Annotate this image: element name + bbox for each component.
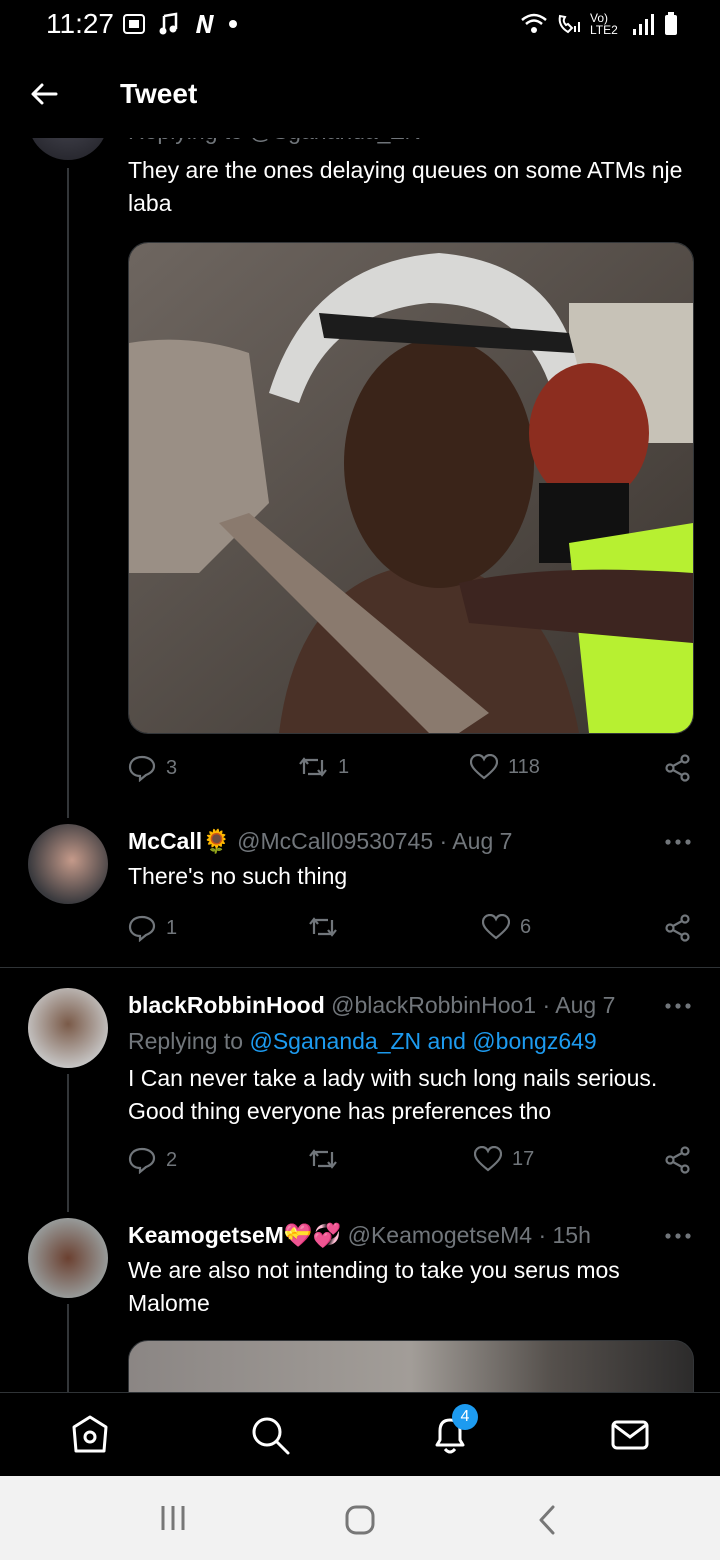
reply-button[interactable]: 2 — [128, 1146, 177, 1174]
thread-line — [67, 1074, 69, 1212]
reply-actions: 2 17 — [128, 1146, 694, 1180]
home-button-icon[interactable] — [344, 1504, 376, 1536]
reply-header: KeamogetseM💝💞 @KeamogetseM4 · 15h — [128, 1222, 591, 1249]
status-time: 11:27 — [46, 8, 114, 39]
reply-avatar[interactable] — [28, 824, 108, 904]
reply-text: There's no such thing — [128, 863, 348, 889]
reply-icon — [128, 915, 156, 942]
tweet-photo — [129, 243, 693, 733]
divider — [0, 967, 720, 968]
top-app-bar: Tweet — [0, 52, 720, 138]
reply-header: McCall🌻 @McCall09530745 · Aug 7 — [128, 828, 512, 855]
thread-line — [67, 1304, 69, 1392]
reply-image[interactable] — [128, 1340, 694, 1392]
main-tweet-actions: 3 1 118 — [128, 754, 694, 788]
more-options-icon[interactable] — [664, 838, 692, 846]
more-options-icon[interactable] — [664, 1232, 692, 1240]
like-button[interactable]: 118 — [470, 754, 540, 780]
reply-avatar[interactable] — [28, 988, 108, 1068]
system-navigation-bar — [0, 1476, 720, 1560]
reply-text: We are also not intending to take you se… — [128, 1257, 620, 1316]
timestamp: · Aug 7 — [542, 992, 616, 1018]
like-count: 17 — [512, 1147, 535, 1170]
retweet-icon — [299, 757, 327, 777]
heart-icon — [482, 914, 510, 940]
share-button[interactable] — [664, 1146, 692, 1174]
reply-actions: 1 6 — [128, 914, 694, 948]
signal-bars-icon — [633, 14, 654, 35]
home-icon[interactable] — [68, 1413, 112, 1457]
tweet-image[interactable] — [128, 242, 694, 734]
reply-text: I Can never take a lady with such long n… — [128, 1065, 658, 1124]
display-name[interactable]: McCall🌻 — [128, 828, 231, 854]
replying-prefix: Replying to — [128, 1028, 244, 1054]
page-title: Tweet — [120, 78, 198, 109]
network-label: Vo) LTE2 — [590, 11, 618, 37]
recent-apps-icon[interactable] — [158, 1504, 188, 1532]
reply-count: 2 — [166, 1148, 178, 1171]
like-button[interactable]: 6 — [482, 914, 531, 940]
status-left-icons — [122, 12, 238, 36]
like-count: 6 — [520, 915, 532, 938]
thread-line — [67, 168, 69, 818]
tweet-text: They are the ones delaying queues on som… — [128, 157, 683, 216]
share-button[interactable] — [664, 914, 692, 942]
retweet-icon — [309, 1149, 337, 1169]
heart-icon — [470, 754, 498, 780]
timestamp: · Aug 7 — [439, 828, 513, 854]
netflix-n-icon — [196, 15, 214, 33]
display-name[interactable]: KeamogetseM💝💞 — [128, 1222, 341, 1248]
reply-button[interactable]: 3 — [128, 754, 177, 782]
retweet-icon — [309, 917, 337, 937]
handle[interactable]: @McCall09530745 — [237, 828, 433, 854]
timestamp: · 15h — [538, 1222, 591, 1248]
music-note-icon — [159, 12, 178, 35]
replying-to: Replying to @Sgananda_ZN and @bongz649 — [128, 1028, 597, 1055]
more-options-icon[interactable] — [664, 1002, 692, 1010]
back-button-icon[interactable] — [536, 1504, 558, 1536]
retweet-count: 1 — [338, 755, 350, 778]
retweet-button[interactable] — [308, 1146, 338, 1172]
reply-button[interactable]: 1 — [128, 914, 177, 942]
wifi-icon — [521, 13, 547, 33]
call-signal-icon — [558, 14, 580, 34]
like-button[interactable]: 17 — [474, 1146, 534, 1172]
share-button[interactable] — [664, 754, 692, 782]
status-right-icons: Vo) LTE2 — [520, 12, 678, 36]
display-name[interactable]: blackRobbinHood — [128, 992, 325, 1018]
share-icon — [665, 754, 690, 782]
share-icon — [665, 914, 690, 942]
battery-icon — [665, 12, 677, 35]
like-count: 118 — [508, 755, 540, 778]
reply-avatar[interactable] — [28, 1218, 108, 1298]
notifications-badge: 4 — [452, 1404, 478, 1430]
reply-count: 1 — [166, 916, 178, 939]
status-bar: 11:27 Vo) LTE2 — [0, 0, 720, 52]
notification-dot-icon — [229, 20, 237, 28]
gallery-icon — [123, 14, 145, 34]
share-icon — [665, 1146, 690, 1174]
handle[interactable]: @KeamogetseM4 — [348, 1222, 532, 1248]
reply-header: blackRobbinHood @blackRobbinHoo1 · Aug 7 — [128, 992, 615, 1019]
replying-links[interactable]: @Sgananda_ZN and @bongz649 — [249, 1028, 596, 1054]
handle[interactable]: @blackRobbinHoo1 — [331, 992, 536, 1018]
reply-icon — [128, 755, 156, 782]
bottom-navigation — [0, 1392, 720, 1477]
retweet-button[interactable]: 1 — [298, 754, 349, 780]
messages-envelope-icon[interactable] — [608, 1413, 652, 1457]
search-icon[interactable] — [248, 1413, 292, 1457]
tweet-thread[interactable]: Replying to @Sgananda_ZN They are the on… — [0, 112, 720, 1392]
reply-icon — [128, 1147, 156, 1174]
reply-count: 3 — [166, 756, 178, 779]
back-arrow-icon[interactable] — [28, 78, 60, 110]
retweet-button[interactable] — [308, 914, 338, 940]
heart-icon — [474, 1146, 502, 1172]
